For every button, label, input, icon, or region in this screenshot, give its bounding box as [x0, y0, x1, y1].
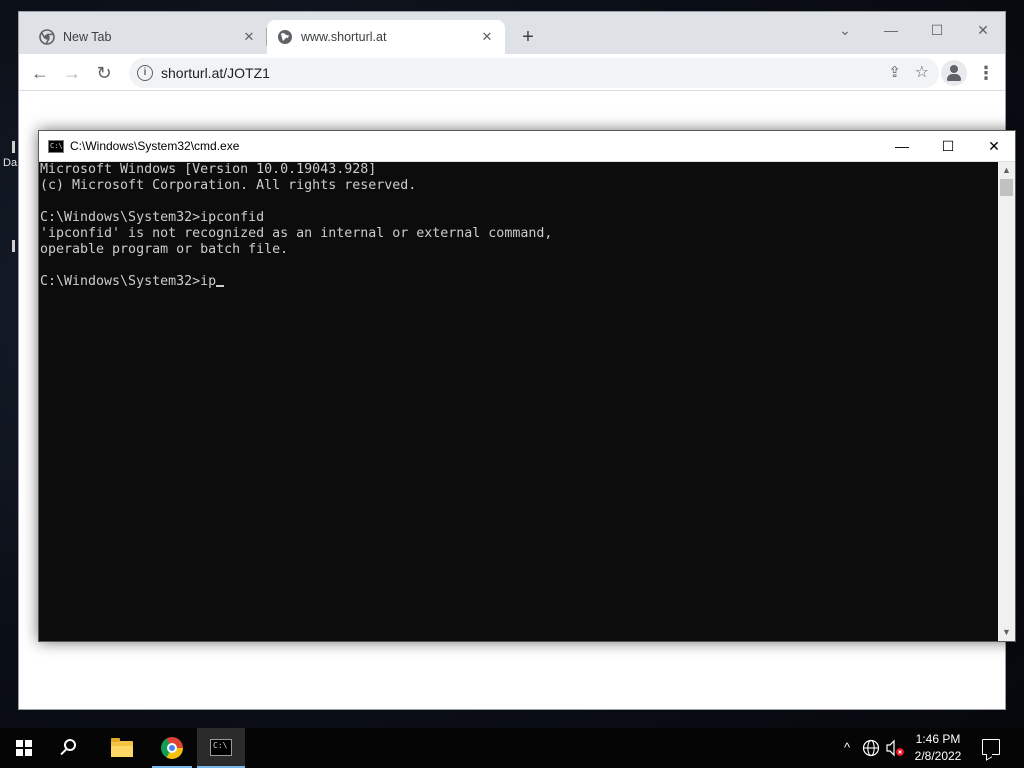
scroll-up-icon[interactable]: ▲ [998, 162, 1015, 179]
console-line: operable program or batch file. [40, 242, 289, 257]
vertical-scrollbar[interactable]: ▲ ▼ [998, 162, 1015, 641]
cmd-icon: C:\ [210, 739, 232, 756]
chrome-icon [161, 737, 183, 759]
taskbar: C:\ ^ 1:46 PM 2/8/2022 [0, 728, 1024, 768]
globe-icon [278, 30, 292, 44]
new-tab-button[interactable]: + [517, 26, 539, 48]
tab-search-icon[interactable]: ⌄ [822, 16, 868, 44]
clock-time: 1:46 PM [915, 732, 961, 746]
prompt-text: C:\Windows\System32> [40, 274, 201, 289]
tab-title: New Tab [63, 30, 112, 44]
volume-muted-icon [886, 739, 904, 757]
chrome-taskbar-button[interactable] [148, 728, 196, 768]
profile-avatar-icon[interactable] [941, 60, 967, 86]
bookmark-star-icon[interactable]: ☆ [915, 62, 929, 82]
windows-logo-icon [16, 740, 32, 756]
tab-close-icon[interactable]: ✕ [241, 29, 257, 45]
clock-date: 2/8/2022 [914, 749, 962, 763]
volume-icon[interactable] [884, 728, 906, 768]
cmd-window-icon[interactable]: C:\ [48, 140, 64, 153]
tray-chevron-icon[interactable]: ^ [838, 728, 856, 768]
back-icon[interactable]: ← [27, 60, 53, 86]
desktop-icon-fragment [12, 141, 15, 153]
address-bar[interactable]: i shorturl.at/JOTZ1 ⇪ ☆ [129, 58, 939, 88]
browser-toolbar: ← → ↻ i shorturl.at/JOTZ1 ⇪ ☆ ⋮ [19, 54, 1005, 91]
search-button[interactable] [48, 728, 96, 768]
site-info-icon[interactable]: i [137, 65, 153, 81]
close-button[interactable]: ✕ [960, 16, 1006, 44]
url-text[interactable]: shorturl.at/JOTZ1 [161, 65, 270, 81]
console-line: (c) Microsoft Corporation. All rights re… [40, 178, 417, 193]
start-button[interactable] [0, 728, 48, 768]
menu-icon[interactable]: ⋮ [977, 60, 995, 86]
globe-network-icon [862, 739, 880, 757]
maximize-button[interactable]: ☐ [914, 16, 960, 44]
current-input[interactable]: ip [200, 274, 216, 289]
tab-new-tab[interactable]: New Tab ✕ [29, 20, 267, 54]
clock[interactable]: 1:46 PM 2/8/2022 [906, 731, 970, 765]
file-explorer-button[interactable] [98, 728, 146, 768]
network-icon[interactable] [860, 728, 882, 768]
console-prompt-line[interactable]: C:\Windows\System32>ip [40, 274, 999, 290]
cmd-minimize-button[interactable]: — [879, 131, 925, 161]
chrome-icon [39, 29, 55, 45]
cmd-window: C:\ C:\Windows\System32\cmd.exe — ☐ ✕ Mi… [38, 130, 1016, 642]
notification-center-icon[interactable] [982, 739, 1000, 755]
scroll-down-icon[interactable]: ▼ [998, 624, 1015, 641]
console-output[interactable]: Microsoft Windows [Version 10.0.19043.92… [39, 162, 999, 641]
text-cursor [216, 285, 225, 287]
console-line: 'ipconfid' is not recognized as an inter… [40, 226, 553, 241]
cmd-close-button[interactable]: ✕ [971, 131, 1017, 161]
cmd-title-text: C:\Windows\System32\cmd.exe [70, 139, 240, 153]
cmd-maximize-button[interactable]: ☐ [925, 131, 971, 161]
share-icon[interactable]: ⇪ [888, 63, 901, 81]
reload-icon[interactable]: ↻ [91, 60, 117, 86]
search-icon [64, 739, 76, 751]
minimize-button[interactable]: — [868, 16, 914, 44]
tab-title: www.shorturl.at [301, 30, 387, 44]
tab-close-icon[interactable]: ✕ [479, 29, 495, 45]
cmd-taskbar-button[interactable]: C:\ [197, 728, 245, 768]
desktop-icon-fragment [12, 240, 15, 252]
desktop-icon-label[interactable]: Da [3, 157, 17, 169]
forward-icon[interactable]: → [59, 60, 85, 86]
tab-strip: New Tab ✕ www.shorturl.at ✕ + ⌄ — ☐ ✕ [19, 12, 1005, 54]
console-line: Microsoft Windows [Version 10.0.19043.92… [40, 162, 377, 177]
cmd-title-bar[interactable]: C:\ C:\Windows\System32\cmd.exe — ☐ ✕ [39, 131, 1015, 162]
scroll-thumb[interactable] [1000, 179, 1013, 196]
folder-icon [111, 738, 133, 757]
console-line: C:\Windows\System32>ipconfid [40, 210, 265, 225]
tab-shorturl[interactable]: www.shorturl.at ✕ [267, 20, 505, 54]
